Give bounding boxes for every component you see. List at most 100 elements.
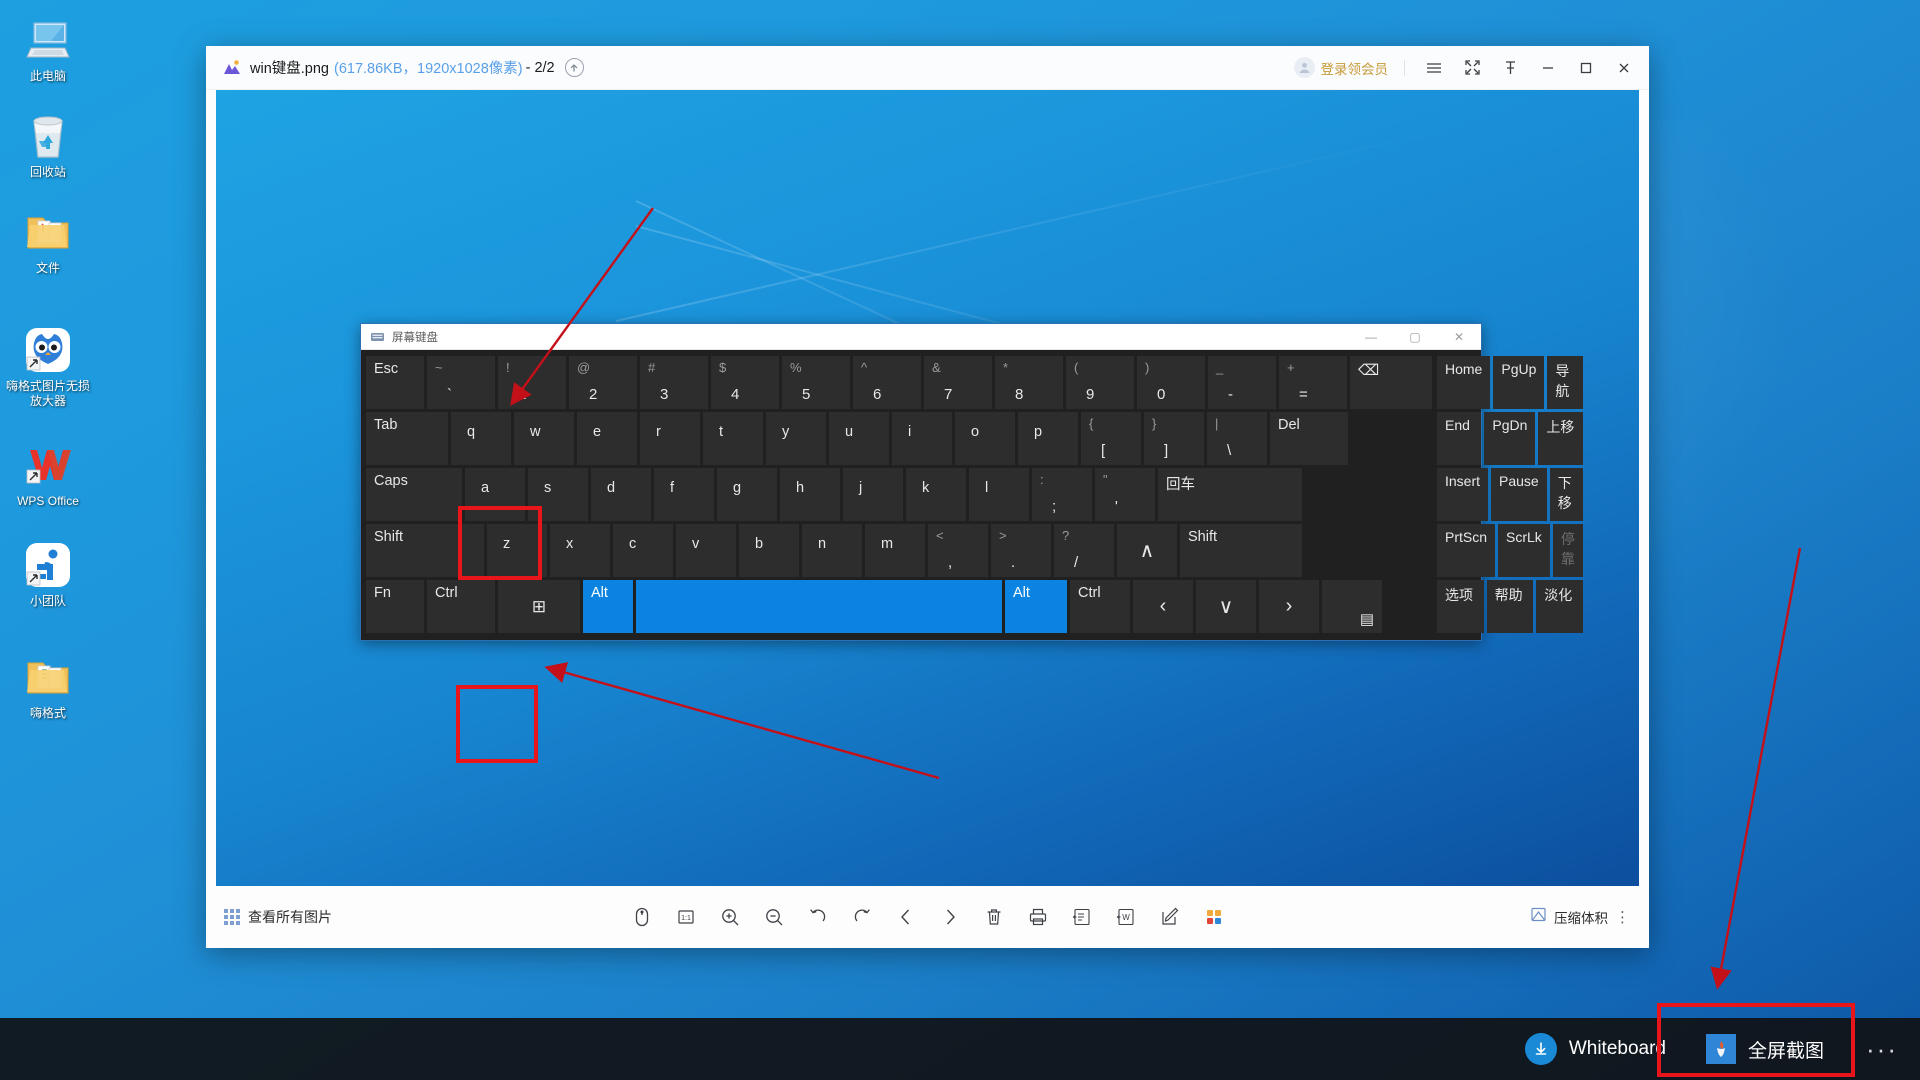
close-button[interactable] — [1605, 50, 1643, 86]
osk-key-帮助[interactable]: 帮助 — [1486, 580, 1534, 633]
osk-key-'[interactable]: " ' — [1095, 468, 1155, 521]
rotate-left-icon[interactable] — [803, 902, 833, 932]
compress-size-button[interactable]: 压缩体积 ⋮ — [1530, 906, 1631, 928]
osk-key-1[interactable]: ! 1 — [498, 356, 566, 409]
rotate-right-icon[interactable] — [847, 902, 877, 932]
osk-key-y[interactable]: y — [766, 412, 826, 465]
osk-key-u[interactable]: u — [829, 412, 889, 465]
osk-key--[interactable]: ∧ — [1117, 524, 1177, 577]
osk-key-f[interactable]: f — [654, 468, 714, 521]
view-all-images-button[interactable]: 查看所有图片 — [224, 907, 332, 927]
osk-minimize-button[interactable]: — — [1349, 324, 1393, 350]
login-membership-button[interactable]: 登录领会员 — [1293, 57, 1388, 78]
taskbar-fullscreen-capture[interactable]: 全屏截图 — [1686, 1018, 1844, 1080]
menu-button[interactable] — [1415, 50, 1453, 86]
osk-key--[interactable]: ∨ — [1196, 580, 1256, 633]
osk-close-button[interactable]: ✕ — [1437, 324, 1481, 350]
osk-key-3[interactable]: #3 — [640, 356, 708, 409]
osk-key--[interactable]: ⌫ — [1350, 356, 1432, 409]
osk-key-;[interactable]: :; — [1032, 468, 1092, 521]
osk-key-t[interactable]: t — [703, 412, 763, 465]
osk-key--[interactable]: ⊞ — [498, 580, 580, 633]
trash-icon[interactable] — [979, 902, 1009, 932]
osk-key-e[interactable]: e — [577, 412, 637, 465]
osk-key-9[interactable]: (9 — [1066, 356, 1134, 409]
osk-key-r[interactable]: r — [640, 412, 700, 465]
osk-key-k[interactable]: k — [906, 468, 966, 521]
osk-key--[interactable]: › — [1259, 580, 1319, 633]
osk-key-l[interactable]: l — [969, 468, 1029, 521]
osk-key-`[interactable]: ~ ` — [427, 356, 495, 409]
image-canvas[interactable]: 屏幕键盘 — ▢ ✕ Esc ~ `! 1 @2 #3 $4% 5 ^ 6 & 7 * 8(9) 0 _ - + =… — [216, 90, 1639, 886]
osk-key-a[interactable]: a — [465, 468, 525, 521]
osk-key-0[interactable]: ) 0 — [1137, 356, 1205, 409]
desktop-icon-this-pc[interactable]: 此电脑 — [0, 10, 96, 88]
osk-key-q[interactable]: q — [451, 412, 511, 465]
osk-key-scrlk[interactable]: ScrLk — [1498, 524, 1550, 577]
desktop-icon-hgs-enlarger[interactable]: 嗨格式图片无损放大器 — [0, 320, 96, 413]
osk-key-i[interactable]: i — [892, 412, 952, 465]
osk-key-7[interactable]: & 7 — [924, 356, 992, 409]
osk-key-home[interactable]: Home — [1437, 356, 1491, 409]
osk-key-v[interactable]: v — [676, 524, 736, 577]
desktop-icon-xiaotuandui[interactable]: 小团队 — [0, 535, 96, 613]
osk-key-n[interactable]: n — [802, 524, 862, 577]
desktop-icon-hgs[interactable]: 嗨格式 — [0, 647, 96, 725]
printer-icon[interactable] — [1023, 902, 1053, 932]
osk-key-w[interactable]: w — [514, 412, 574, 465]
osk-key-8[interactable]: * 8 — [995, 356, 1063, 409]
osk-key-上移[interactable]: 上移 — [1538, 412, 1583, 465]
osk-key-.[interactable]: >. — [991, 524, 1051, 577]
zoom-out-icon[interactable] — [759, 902, 789, 932]
osk-key-alt[interactable]: Alt — [583, 580, 633, 633]
apps-grid-icon[interactable] — [1199, 902, 1229, 932]
osk-key-h[interactable]: h — [780, 468, 840, 521]
pin-button[interactable] — [1491, 50, 1529, 86]
osk-key-下移[interactable]: 下移 — [1549, 468, 1583, 521]
osk-key-\[interactable]: | \ — [1207, 412, 1267, 465]
osk-key--[interactable]: ▤ — [1322, 580, 1382, 633]
desktop-icon-wps-office[interactable]: WPS Office — [0, 435, 96, 513]
osk-key-pgup[interactable]: PgUp — [1493, 356, 1545, 409]
osk-key-c[interactable]: c — [613, 524, 673, 577]
convert-word-icon[interactable]: W — [1111, 902, 1141, 932]
zoom-in-icon[interactable] — [715, 902, 745, 932]
osk-key-导航[interactable]: 导航 — [1547, 356, 1583, 409]
osk-maximize-button[interactable]: ▢ — [1393, 324, 1437, 350]
osk-key-pause[interactable]: Pause — [1491, 468, 1547, 521]
more-options-button[interactable]: ⋮ — [1615, 908, 1631, 926]
osk-key-g[interactable]: g — [717, 468, 777, 521]
osk-key-j[interactable]: j — [843, 468, 903, 521]
osk-key-esc[interactable]: Esc — [366, 356, 424, 409]
fullscreen-button[interactable] — [1453, 50, 1491, 86]
osk-key-x[interactable]: x — [550, 524, 610, 577]
edit-pencil-icon[interactable] — [1155, 902, 1185, 932]
osk-key-回车[interactable]: 回车 — [1158, 468, 1302, 521]
osk-key-,[interactable]: <, — [928, 524, 988, 577]
osk-key-选项[interactable]: 选项 — [1437, 580, 1484, 633]
osk-key-/[interactable]: ? / — [1054, 524, 1114, 577]
osk-key-淡化[interactable]: 淡化 — [1536, 580, 1583, 633]
osk-key-m[interactable]: m — [865, 524, 925, 577]
chevron-right-icon[interactable] — [935, 902, 965, 932]
osk-key-shift[interactable]: Shift — [366, 524, 484, 577]
one-to-one-icon[interactable]: 1:1 — [671, 902, 701, 932]
convert-pdf-icon[interactable] — [1067, 902, 1097, 932]
osk-key-prtscn[interactable]: PrtScn — [1437, 524, 1496, 577]
osk-key--[interactable]: _ - — [1208, 356, 1276, 409]
osk-key-6[interactable]: ^ 6 — [853, 356, 921, 409]
osk-key-ctrl[interactable]: Ctrl — [1070, 580, 1130, 633]
taskbar-more-button[interactable]: ··· — [1844, 1036, 1920, 1062]
osk-key-=[interactable]: + = — [1279, 356, 1347, 409]
osk-key-2[interactable]: @2 — [569, 356, 637, 409]
maximize-button[interactable] — [1567, 50, 1605, 86]
osk-key-insert[interactable]: Insert — [1437, 468, 1489, 521]
osk-key-[[interactable]: {[ — [1081, 412, 1141, 465]
osk-key-b[interactable]: b — [739, 524, 799, 577]
osk-key-pgdn[interactable]: PgDn — [1484, 412, 1536, 465]
osk-key-tab[interactable]: Tab — [366, 412, 448, 465]
osk-key-fn[interactable]: Fn — [366, 580, 424, 633]
chevron-left-icon[interactable] — [891, 902, 921, 932]
osk-key-p[interactable]: p — [1018, 412, 1078, 465]
taskbar-whiteboard[interactable]: Whiteboard — [1505, 1018, 1686, 1080]
